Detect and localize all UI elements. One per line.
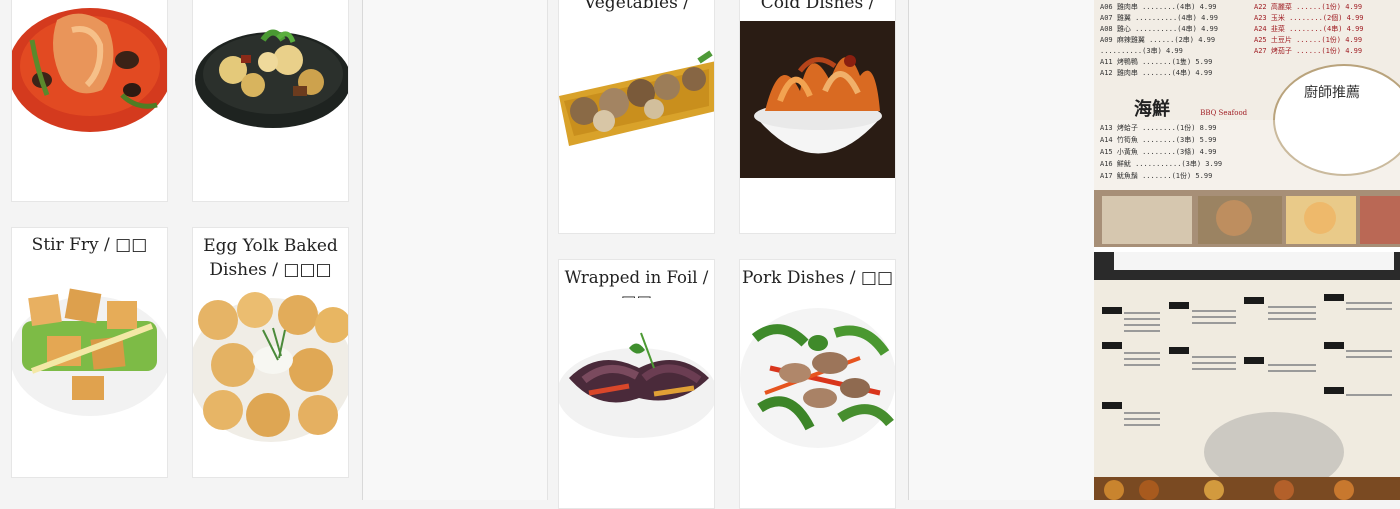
category-card-vegetables[interactable]: Vegetables / □□□□ <box>558 0 715 234</box>
category-card-dry-pot[interactable] <box>192 0 349 202</box>
menu-line: A13 烤蛤子 ........(1份) 8.99 <box>1100 124 1217 132</box>
chef-recommend-heading: 廚師推薦 <box>1304 85 1360 101</box>
category-card-egg-yolk-baked[interactable]: Egg Yolk Baked Dishes / □□□ <box>192 227 349 478</box>
menu-line: A25 土豆片 ......(1份) 4.99 <box>1254 36 1363 44</box>
menu-line: A15 小黃魚 ........(3條) 4.99 <box>1100 148 1217 156</box>
category-title: Egg Yolk Baked Dishes / □□□ <box>203 236 338 280</box>
category-card-fish[interactable] <box>11 0 168 202</box>
category-column-left: Stir Fry / □□ Egg Yolk Baked Dishes / □□… <box>0 0 363 500</box>
dish-image-egg-yolk-baked[interactable] <box>193 290 348 447</box>
dish-image-cold-dishes[interactable] <box>740 21 895 178</box>
category-card-stir-fry[interactable]: Stir Fry / □□ <box>11 227 168 478</box>
column-gap <box>909 0 1094 500</box>
menu-line: A22 高麗菜 ......(1份) 4.99 <box>1254 3 1363 11</box>
menu-line: A16 鮮魷 ...........(3串) 3.99 <box>1100 160 1223 168</box>
menu-line: A11 烤鴨鴨 .......(1隻) 5.99 <box>1100 58 1213 66</box>
category-card-pork-dishes[interactable]: Pork Dishes / □□ <box>739 259 896 509</box>
dish-image-fish-stew[interactable] <box>12 0 167 157</box>
menu-section-subtitle: BBQ Seafood <box>1200 109 1248 117</box>
menu-photo-bottom[interactable] <box>1094 252 1400 500</box>
menu-line: ..........(3串) 4.99 <box>1100 47 1183 55</box>
menu-section-title: 海鮮 <box>1134 99 1170 120</box>
dish-image-dry-pot[interactable] <box>193 0 348 157</box>
menu-line: A12 雞肉串 .......(4串) 4.99 <box>1100 69 1213 77</box>
menu-line: A24 韭菜 ........(4串) 4.99 <box>1254 25 1364 33</box>
category-column-middle: Vegetables / □□□□ Cold Dishes / □□ <box>548 0 909 509</box>
category-title: Stir Fry / □□ <box>31 235 148 255</box>
menu-line: A09 麻辣雞翼 ......(2串) 4.99 <box>1100 36 1216 44</box>
category-card-wrapped-in-foil[interactable]: Wrapped in Foil / □□ <box>558 259 715 509</box>
menu-section-heading: 海鮮 BBQ Seafood <box>1134 95 1247 121</box>
category-card-cold-dishes[interactable]: Cold Dishes / □□ <box>739 0 896 234</box>
menu-board-photo <box>1094 252 1400 500</box>
dish-image-stir-fry[interactable] <box>12 266 167 423</box>
menu-photo-top[interactable]: A06 雞肉串 ........(4串) 4.99 A07 雞翼 .......… <box>1094 0 1400 247</box>
menu-line: A08 雞心 ..........(4串) 4.99 <box>1100 25 1218 33</box>
menu-line: A06 雞肉串 ........(4串) 4.99 <box>1100 3 1217 11</box>
menu-photos-column: A06 雞肉串 ........(4串) 4.99 A07 雞翼 .......… <box>1094 0 1400 500</box>
column-gap <box>363 0 548 500</box>
menu-line: A07 雞翼 ..........(4串) 4.99 <box>1100 14 1218 22</box>
dish-image-vegetables[interactable] <box>559 21 714 178</box>
menu-line: A23 玉米 ........(2個) 4.99 <box>1254 14 1364 22</box>
dish-image-wrapped-in-foil[interactable] <box>559 298 714 455</box>
category-title: Pork Dishes / □□ <box>742 268 893 288</box>
menu-line: A27 烤茄子 ......(1份) 4.99 <box>1254 47 1363 55</box>
menu-line: A17 魷魚鬚 .......(1份) 5.99 <box>1100 172 1213 180</box>
menu-line: A14 竹筍魚 ........(3串) 5.99 <box>1100 136 1217 144</box>
dish-image-pork-dishes[interactable] <box>740 298 895 455</box>
